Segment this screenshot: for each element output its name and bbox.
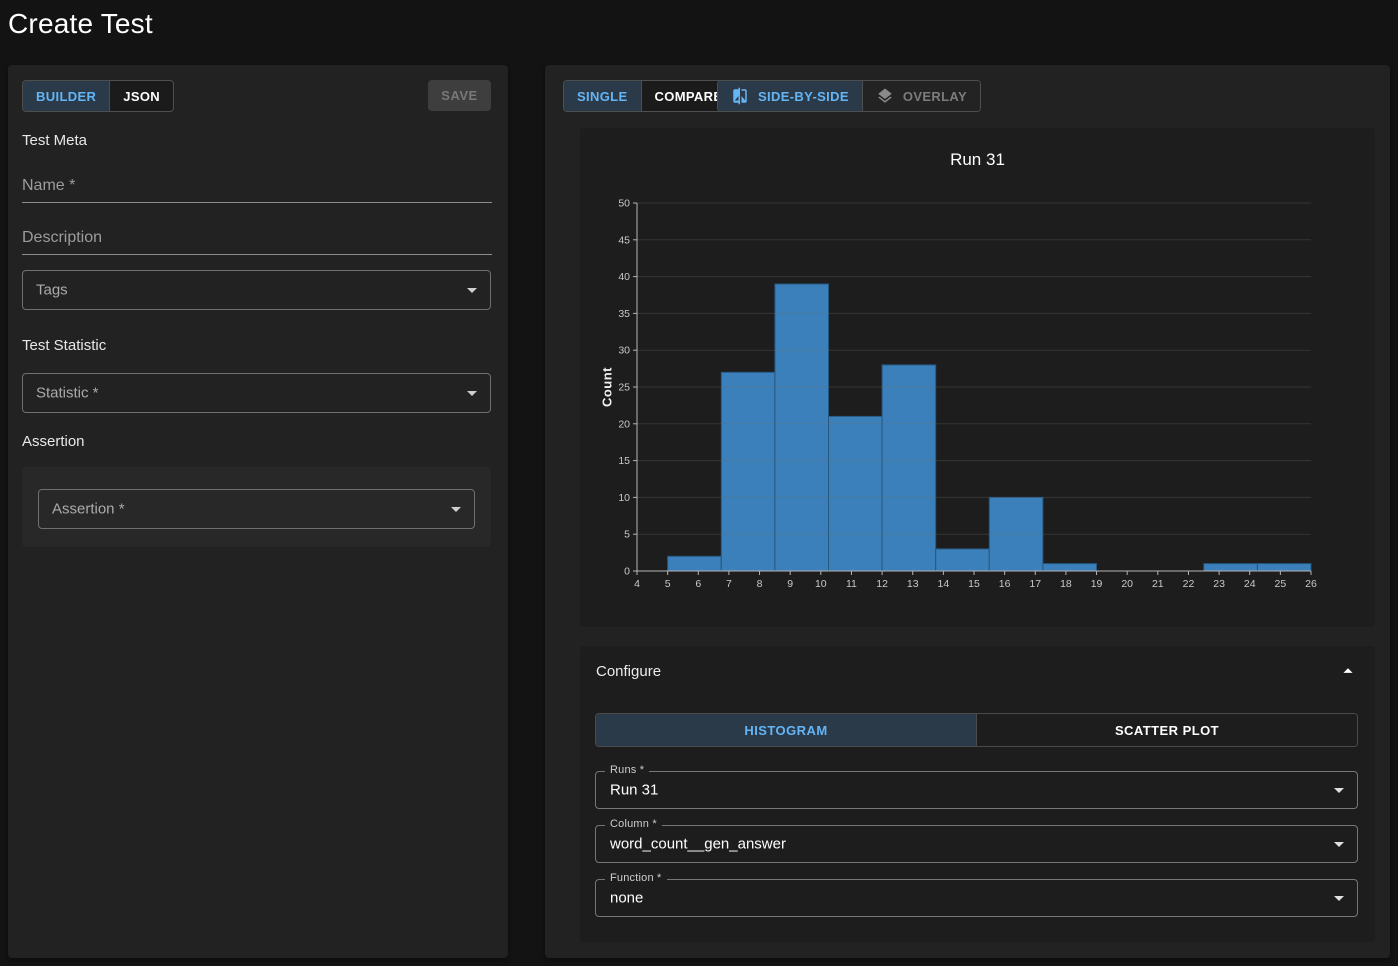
tab-overlay-label: OVERLAY	[903, 89, 967, 104]
svg-text:12: 12	[876, 578, 888, 590]
assertion-select-label: Assertion *	[52, 501, 125, 518]
page: Create Test BUILDER JSON SAVE Test Meta …	[0, 0, 1398, 966]
svg-text:4: 4	[634, 578, 640, 590]
svg-text:35: 35	[618, 308, 630, 320]
column-select-label: Column *	[605, 818, 662, 830]
compare-icon	[731, 87, 749, 105]
chevron-down-icon	[444, 497, 468, 521]
runs-select-label: Runs *	[605, 764, 649, 776]
svg-text:45: 45	[618, 234, 630, 246]
histogram-card: Run 31 Count 456789101112131415161718192…	[580, 128, 1375, 627]
svg-text:20: 20	[618, 418, 630, 430]
svg-text:5: 5	[665, 578, 671, 590]
tab-side-by-side-label: SIDE-BY-SIDE	[758, 89, 849, 104]
svg-text:7: 7	[726, 578, 732, 590]
svg-text:22: 22	[1183, 578, 1195, 590]
tab-histogram-label: HISTOGRAM	[744, 723, 827, 738]
svg-text:0: 0	[624, 566, 630, 578]
svg-text:30: 30	[618, 345, 630, 357]
function-select-label: Function *	[605, 872, 667, 884]
svg-text:20: 20	[1121, 578, 1133, 590]
name-input[interactable]: Name *	[22, 177, 492, 203]
column-select-value: word_count__gen_answer	[610, 836, 786, 853]
svg-text:19: 19	[1091, 578, 1103, 590]
tab-builder[interactable]: BUILDER	[23, 81, 110, 111]
svg-text:9: 9	[787, 578, 793, 590]
svg-text:40: 40	[618, 271, 630, 283]
column-select[interactable]: Column * word_count__gen_answer	[595, 825, 1358, 863]
builder-json-toggle: BUILDER JSON	[22, 80, 174, 112]
chevron-down-icon	[460, 278, 484, 302]
svg-text:14: 14	[938, 578, 950, 590]
runs-select-value: Run 31	[610, 782, 658, 799]
tab-histogram[interactable]: HISTOGRAM	[596, 714, 977, 746]
description-input[interactable]: Description	[22, 229, 492, 255]
svg-text:25: 25	[1275, 578, 1287, 590]
plot-type-tabs: HISTOGRAM SCATTER PLOT	[595, 713, 1358, 747]
tab-overlay[interactable]: OVERLAY	[863, 81, 980, 111]
tags-select[interactable]: Tags	[22, 270, 491, 310]
tab-single-label: SINGLE	[577, 89, 628, 104]
test-statistic-heading: Test Statistic	[22, 337, 106, 354]
statistic-select[interactable]: Statistic *	[22, 373, 491, 413]
page-title: Create Test	[8, 8, 153, 40]
svg-text:24: 24	[1244, 578, 1256, 590]
tab-builder-label: BUILDER	[36, 89, 96, 104]
chevron-down-icon	[1327, 886, 1351, 910]
assertion-heading: Assertion	[22, 433, 85, 450]
svg-text:26: 26	[1305, 578, 1317, 590]
layers-icon	[876, 87, 894, 105]
svg-text:13: 13	[907, 578, 919, 590]
builder-panel: BUILDER JSON SAVE Test Meta Name * Descr…	[8, 65, 508, 958]
description-label: Description	[22, 229, 492, 254]
save-button[interactable]: SAVE	[428, 80, 491, 111]
chevron-up-icon	[1337, 660, 1359, 682]
svg-text:11: 11	[846, 578, 857, 590]
assertion-select[interactable]: Assertion *	[38, 489, 475, 529]
svg-text:10: 10	[815, 578, 827, 590]
svg-text:15: 15	[618, 455, 630, 467]
configure-heading: Configure	[596, 663, 661, 680]
configure-card: Configure HISTOGRAM SCATTER PLOT Runs * …	[580, 646, 1375, 942]
svg-text:23: 23	[1213, 578, 1225, 590]
svg-text:10: 10	[618, 492, 630, 504]
svg-text:17: 17	[1029, 578, 1041, 590]
svg-text:25: 25	[618, 382, 630, 394]
layout-toggle: SIDE-BY-SIDE OVERLAY	[717, 80, 981, 112]
statistic-select-label: Statistic *	[36, 385, 99, 402]
assertion-card: Assertion *	[22, 467, 491, 547]
function-select-value: none	[610, 890, 643, 907]
test-meta-heading: Test Meta	[22, 132, 87, 149]
tab-scatter-plot[interactable]: SCATTER PLOT	[977, 714, 1357, 746]
svg-text:16: 16	[999, 578, 1011, 590]
chevron-down-icon	[1327, 778, 1351, 802]
runs-select[interactable]: Runs * Run 31	[595, 771, 1358, 809]
single-compare-toggle: SINGLE COMPARE	[563, 80, 736, 112]
tags-select-label: Tags	[36, 282, 68, 299]
tab-scatter-plot-label: SCATTER PLOT	[1115, 723, 1219, 738]
svg-text:18: 18	[1060, 578, 1072, 590]
tab-json-label: JSON	[123, 89, 160, 104]
tab-compare-label: COMPARE	[655, 89, 723, 104]
svg-text:21: 21	[1152, 578, 1164, 590]
svg-text:8: 8	[757, 578, 763, 590]
chart-panel: SINGLE COMPARE SIDE-BY-SIDE OVERLAY Run …	[545, 65, 1390, 958]
tab-json[interactable]: JSON	[110, 81, 173, 111]
svg-text:5: 5	[624, 529, 630, 541]
chevron-down-icon	[1327, 832, 1351, 856]
tab-single[interactable]: SINGLE	[564, 81, 642, 111]
svg-text:50: 50	[618, 198, 630, 210]
function-select[interactable]: Function * none	[595, 879, 1358, 917]
chevron-down-icon	[460, 381, 484, 405]
svg-text:15: 15	[968, 578, 980, 590]
svg-text:6: 6	[695, 578, 701, 590]
configure-collapse-button[interactable]	[1333, 657, 1363, 687]
histogram-chart[interactable]: 4567891011121314151617181920212223242526…	[580, 128, 1375, 627]
tab-side-by-side[interactable]: SIDE-BY-SIDE	[718, 81, 863, 111]
name-label: Name *	[22, 177, 492, 202]
